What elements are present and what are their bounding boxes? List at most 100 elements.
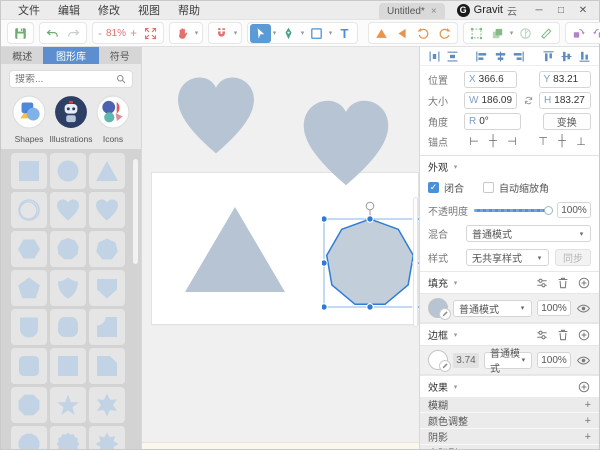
flip-horizontal-icon[interactable] (392, 24, 413, 43)
save-icon[interactable] (10, 24, 31, 43)
left-tab-1[interactable]: 图形库 (43, 47, 98, 64)
shape-thumb-pentagon-down[interactable] (89, 270, 125, 306)
shape-thumb-star-8[interactable] (89, 426, 125, 449)
fill-visibility-eye-icon[interactable] (576, 301, 591, 316)
shape-thumb-hexagon[interactable] (11, 231, 47, 267)
effect-row-2[interactable]: 阴影+ (420, 429, 599, 445)
flip-vertical-icon[interactable] (371, 24, 392, 43)
rotate-copy-icon[interactable] (568, 24, 589, 43)
closed-checkbox[interactable]: ✓ (428, 182, 439, 193)
shape-thumb-heart-2[interactable] (89, 192, 125, 228)
fill-opacity-value[interactable]: 100% (537, 300, 571, 316)
rotate-cw-icon[interactable] (434, 24, 455, 43)
anchor-button-2[interactable]: ⊣ (504, 135, 520, 148)
chevron-down-icon[interactable]: ▾ (452, 163, 459, 171)
document-tab[interactable]: Untitled* × (379, 3, 445, 19)
zoom-level[interactable]: 81% (104, 28, 128, 39)
height-field[interactable]: H 183.27 (539, 92, 591, 109)
shape-thumb-rounded-square-2[interactable] (11, 348, 47, 384)
gravit-cloud-button[interactable]: G Gravit 云 (445, 3, 529, 18)
width-field[interactable]: W 186.09 (464, 92, 517, 109)
effect-row-0[interactable]: 模糊+ (420, 397, 599, 413)
edit-pencil-icon[interactable] (439, 360, 451, 372)
shape-thumb-rounded-square[interactable] (50, 309, 86, 345)
canvas-horizontal-scrollbar[interactable] (142, 442, 419, 449)
position-x-field[interactable]: X 366.6 (464, 71, 517, 88)
pen-tool-icon[interactable] (278, 24, 299, 43)
menu-2[interactable]: 修改 (89, 2, 129, 18)
zoom-out-button[interactable]: - (98, 26, 102, 40)
hand-tool-icon[interactable] (172, 24, 193, 43)
anchor-button-5[interactable]: ⊥ (573, 135, 589, 148)
effect-add-icon[interactable]: + (585, 447, 591, 450)
left-panel-scrollbar[interactable] (133, 159, 138, 264)
snap-magnet-icon[interactable] (211, 24, 232, 43)
shape-thumb-heptagon[interactable] (89, 231, 125, 267)
anchor-button-0[interactable]: ⊢ (466, 135, 482, 148)
group-icon[interactable] (487, 24, 508, 43)
rectangle-tool-icon[interactable] (306, 24, 327, 43)
chevron-down-icon[interactable]: ▾ (452, 331, 459, 339)
shape-thumb-square-2[interactable] (50, 348, 86, 384)
fill-delete-icon[interactable] (556, 276, 570, 290)
fit-canvas-icon[interactable] (140, 24, 161, 43)
aspect-ratio-lock-icon[interactable] (521, 94, 535, 107)
shape-thumb-star-5[interactable] (50, 387, 86, 423)
opacity-value[interactable]: 100% (557, 202, 591, 218)
shape-thumb-shield[interactable] (50, 270, 86, 306)
rotate-ccw-icon[interactable] (413, 24, 434, 43)
duplicate-rotate-icon[interactable] (589, 24, 600, 43)
align-top-icon[interactable] (540, 47, 556, 65)
shape-thumb-star-6[interactable] (89, 387, 125, 423)
effect-add-icon[interactable]: + (585, 415, 591, 427)
anchor-button-4[interactable]: ┼ (554, 135, 570, 148)
anchor-button-1[interactable]: ┼ (485, 135, 501, 148)
triangle-shape[interactable] (185, 207, 285, 292)
shape-thumb-sketch-circle[interactable] (11, 192, 47, 228)
canvas-vertical-scrollbar[interactable] (413, 197, 418, 327)
search-box[interactable] (9, 70, 133, 88)
left-tab-2[interactable]: 符号 (99, 47, 141, 64)
shape-thumb-octagon[interactable] (11, 387, 47, 423)
library-category-shapes[interactable]: Shapes (9, 95, 49, 144)
effect-row-3[interactable]: 内阴影+ (420, 445, 599, 449)
minimize-button[interactable]: ─ (529, 5, 549, 16)
pointer-tool-icon[interactable] (250, 24, 271, 43)
fill-options-icon[interactable] (535, 276, 549, 290)
effects-add-icon[interactable] (577, 380, 591, 394)
tool-dropdown-caret[interactable]: ▾ (299, 29, 306, 37)
rotation-field[interactable]: R 0° (464, 113, 521, 130)
border-color-swatch[interactable] (428, 350, 448, 370)
close-button[interactable]: ✕ (573, 5, 593, 16)
opacity-slider-knob[interactable] (544, 206, 553, 215)
zoom-in-button[interactable]: + (130, 26, 137, 40)
transform-frame-icon[interactable] (466, 24, 487, 43)
menu-1[interactable]: 编辑 (49, 2, 89, 18)
effect-add-icon[interactable]: + (585, 399, 591, 411)
shape-thumb-heart[interactable] (50, 192, 86, 228)
shape-thumb-circle[interactable] (50, 153, 86, 189)
anchor-button-3[interactable]: ⊤ (535, 135, 551, 148)
tool-dropdown-caret[interactable]: ▾ (508, 29, 515, 37)
align-center-icon[interactable] (492, 47, 508, 65)
border-delete-icon[interactable] (556, 328, 570, 342)
library-category-icons[interactable]: Icons (93, 95, 133, 144)
text-tool-icon[interactable]: T (334, 24, 355, 43)
heart-shape-2[interactable] (298, 93, 394, 192)
shape-thumb-cut-square[interactable] (89, 348, 125, 384)
border-add-icon[interactable] (577, 328, 591, 342)
style-sync-button[interactable]: 同步 (555, 249, 591, 266)
shared-style-select[interactable]: 无共享样式 ▾ (466, 249, 549, 266)
shape-thumb-notch-square[interactable] (89, 309, 125, 345)
shape-thumb-scallop[interactable] (50, 426, 86, 449)
left-tab-0[interactable]: 概述 (1, 47, 43, 64)
border-opacity-value[interactable]: 100% (537, 352, 571, 368)
fill-add-icon[interactable] (577, 276, 591, 290)
effect-add-icon[interactable]: + (585, 431, 591, 443)
menu-0[interactable]: 文件 (9, 2, 49, 18)
shape-thumb-badge[interactable] (11, 309, 47, 345)
tab-close-icon[interactable]: × (431, 6, 437, 17)
library-category-illustrations[interactable]: Illustrations (51, 95, 91, 144)
tool-dropdown-caret[interactable]: ▾ (327, 29, 334, 37)
align-right-icon[interactable] (511, 47, 527, 65)
